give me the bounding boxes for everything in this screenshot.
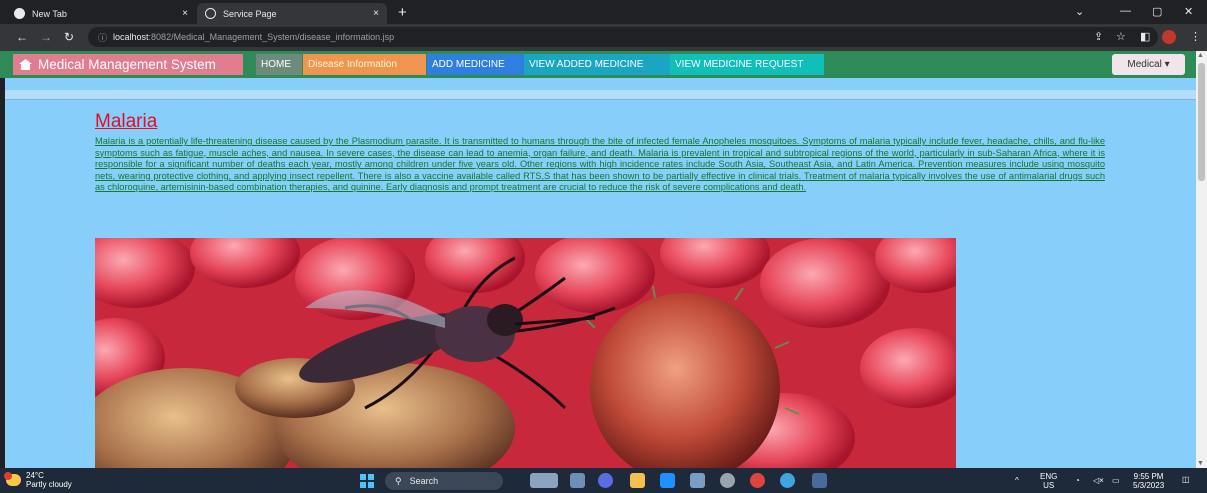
notification-badge [4, 472, 12, 480]
chrome-icon[interactable] [750, 473, 765, 488]
minimize-icon[interactable]: — [1120, 5, 1131, 17]
os-taskbar: 24°C Partly cloudy ⚲ Search ^ ENG US ◔ ◁… [0, 468, 1207, 493]
chevron-up-icon[interactable]: ^ [1015, 476, 1019, 485]
profile-avatar-icon[interactable] [1162, 30, 1176, 44]
clock-date: 5/3/2023 [1133, 481, 1165, 490]
sidepanel-icon[interactable]: ◧ [1140, 30, 1150, 43]
chat-icon[interactable] [598, 473, 613, 488]
scroll-down-icon[interactable]: ▼ [1197, 460, 1204, 467]
task-view-icon[interactable] [570, 473, 585, 488]
brand-label: Medical Management System [38, 57, 216, 72]
tab-label: Service Page [223, 8, 277, 19]
home-icon [19, 59, 32, 70]
lang-bottom: US [1043, 481, 1055, 490]
nav-disease-information[interactable]: Disease Information [303, 54, 426, 75]
file-explorer-icon[interactable] [630, 473, 645, 488]
disease-title[interactable]: Malaria [95, 111, 157, 133]
scrollbar-thumb[interactable] [1198, 63, 1205, 181]
address-toolbar: ← → ↻ ⓘ localhost :8082/Medical_Manageme… [0, 24, 1207, 51]
globe-icon [205, 8, 216, 19]
medical-dropdown[interactable]: Medical ▾ [1112, 54, 1185, 75]
new-tab-button[interactable]: + [398, 4, 407, 21]
malaria-mosquito-image [95, 238, 956, 468]
back-icon[interactable]: ← [16, 30, 28, 44]
weather-desc: Partly cloudy [26, 480, 72, 489]
tab-service-page[interactable]: Service Page × [197, 3, 387, 24]
page-scrollbar[interactable]: ▲ ▼ [1196, 51, 1207, 468]
star-icon[interactable]: ☆ [1116, 30, 1126, 43]
nav-add-medicine[interactable]: ADD MEDICINE [427, 54, 524, 75]
notification-icon[interactable]: ◫ [1182, 475, 1190, 484]
clock-time: 9:55 PM [1133, 472, 1164, 481]
taskbar-search-label: Search [409, 476, 439, 486]
store-icon[interactable] [690, 473, 705, 488]
tab-label: New Tab [32, 8, 67, 19]
app-icon[interactable] [812, 473, 827, 488]
restore-icon[interactable]: ▢ [1152, 5, 1162, 18]
search-icon: ⚲ [395, 475, 402, 486]
wifi-icon[interactable]: ◔ [1075, 476, 1080, 485]
app-l-icon[interactable] [660, 473, 675, 488]
divider [5, 90, 1196, 100]
chevron-down-icon[interactable]: ⌄ [1075, 5, 1084, 18]
address-input[interactable]: ⓘ localhost :8082/Medical_Management_Sys… [88, 27, 1158, 47]
nav-view-added-medicine[interactable]: VIEW ADDED MEDICINE [524, 54, 670, 75]
scroll-up-icon[interactable]: ▲ [1197, 52, 1204, 59]
nav-view-medicine-request[interactable]: VIEW MEDICINE REQUEST [670, 54, 824, 75]
info-icon[interactable]: ⓘ [98, 31, 107, 44]
share-icon[interactable]: ⇪ [1094, 30, 1103, 43]
close-window-icon[interactable]: ✕ [1184, 5, 1193, 18]
weather-widget[interactable]: 24°C Partly cloudy [4, 471, 72, 489]
disease-description[interactable]: Malaria is a potentially life-threatenin… [95, 136, 1105, 194]
tab-new-tab[interactable]: New Tab × [6, 3, 196, 24]
url-host: localhost [113, 32, 149, 42]
menu-icon[interactable]: ⋮ [1190, 30, 1201, 43]
app-navbar: Medical Management System HOME Disease I… [0, 51, 1196, 78]
brand-link[interactable]: Medical Management System [13, 54, 243, 75]
clock[interactable]: 9:55 PM 5/3/2023 [1133, 472, 1164, 490]
language-indicator[interactable]: ENG US [1040, 472, 1057, 490]
url-path: :8082/Medical_Management_System/disease_… [148, 32, 395, 42]
eclipse-icon[interactable] [780, 473, 795, 488]
volume-icon[interactable]: ◁× [1093, 476, 1104, 485]
weather-temp: 24°C [26, 471, 44, 480]
forward-icon[interactable]: → [40, 30, 52, 44]
lang-top: ENG [1040, 472, 1058, 481]
taskbar-search[interactable]: ⚲ Search [385, 472, 503, 490]
close-icon[interactable]: × [373, 8, 379, 19]
reload-icon[interactable]: ↻ [64, 30, 74, 44]
page-content: Malaria Malaria is a potentially life-th… [5, 78, 1196, 468]
settings-gear-icon[interactable] [720, 473, 735, 488]
widgets-icon[interactable] [530, 473, 558, 488]
browser-tab-strip: New Tab × Service Page × + ⌄ — ▢ ✕ [0, 0, 1207, 24]
battery-icon[interactable]: ▭ [1112, 476, 1120, 485]
nav-home[interactable]: HOME [256, 54, 302, 75]
close-icon[interactable]: × [182, 8, 188, 19]
weather-icon [4, 472, 21, 486]
windows-start-icon[interactable] [360, 474, 374, 488]
chrome-icon [14, 8, 25, 19]
